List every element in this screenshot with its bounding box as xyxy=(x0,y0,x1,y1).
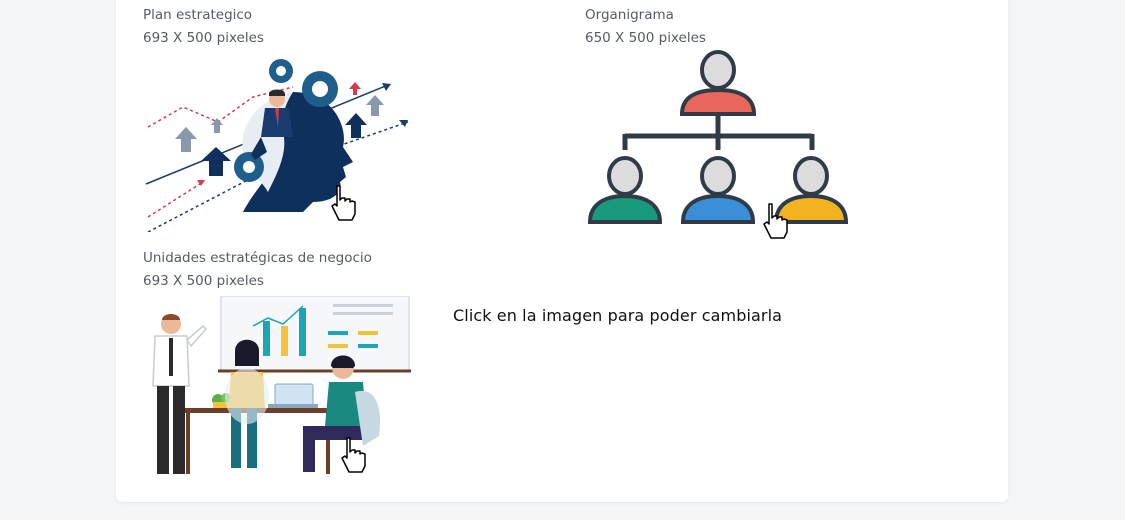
organigrama-image[interactable] xyxy=(585,50,855,230)
hand-pointer-icon xyxy=(763,203,788,239)
org-chart-illustration xyxy=(587,50,849,224)
hand-pointer-icon xyxy=(341,437,366,473)
item-title: Plan estrategico xyxy=(143,7,253,23)
item-title: Organigrama xyxy=(585,7,674,23)
unidades-estrategicas-image[interactable] xyxy=(143,296,413,476)
plan-estrategico-image[interactable] xyxy=(143,52,413,232)
change-image-hint: Click en la imagen para poder cambiarla xyxy=(453,306,783,325)
unidades-estrategicas-header: Unidades estratégicas de negocio 693 X 5… xyxy=(143,250,372,289)
business-meeting-illustration xyxy=(152,296,411,474)
plan-estrategico-header: Plan estrategico 693 X 500 pixeles xyxy=(143,7,264,46)
item-dimensions: 650 X 500 pixeles xyxy=(585,30,706,46)
strategy-illustration xyxy=(145,59,409,232)
organigrama-header: Organigrama 650 X 500 pixeles xyxy=(585,7,706,46)
item-dimensions: 693 X 500 pixeles xyxy=(143,30,264,46)
item-title: Unidades estratégicas de negocio xyxy=(143,250,372,266)
hand-pointer-icon xyxy=(331,185,356,221)
item-dimensions: 693 X 500 pixeles xyxy=(143,273,264,289)
